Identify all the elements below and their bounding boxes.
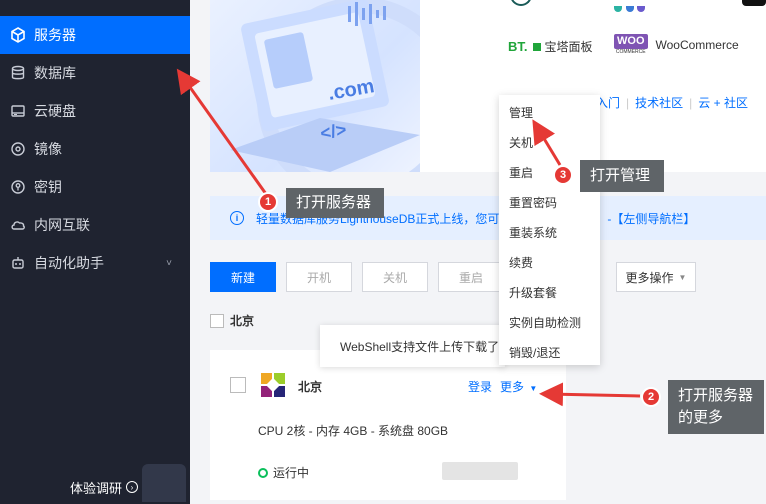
webshell-tooltip: WebShell支持文件上传下载了 xyxy=(320,325,505,367)
partner-woocommerce[interactable]: WOO COMMERCE WooCommerce xyxy=(614,34,739,55)
woo-logo-text: WOO xyxy=(614,34,648,49)
menu-item-renew[interactable]: 续费 xyxy=(509,254,533,271)
sidebar-item-automation[interactable]: 自动化助手 ˅ xyxy=(0,244,190,282)
partner-logo-dots xyxy=(614,0,648,12)
instance-status: 运行中 xyxy=(258,464,309,481)
instance-name[interactable]: 北京 xyxy=(298,378,322,395)
running-status-icon xyxy=(258,467,268,478)
disc-icon xyxy=(10,141,26,157)
sidebar-item-database[interactable]: 数据库 xyxy=(0,54,190,92)
sidebar-item-image[interactable]: 镜像 xyxy=(0,130,190,168)
menu-item-destroy[interactable]: 销毁/退还 xyxy=(509,344,560,361)
sidebar-item-label: 镜像 xyxy=(34,141,62,157)
disk-icon xyxy=(10,103,26,119)
arrow-right-circle-icon: › xyxy=(126,481,139,493)
baota-logo: BT. xyxy=(508,39,528,54)
menu-item-restart[interactable]: 重启 xyxy=(509,164,533,181)
menu-item-manage[interactable]: 管理 xyxy=(509,104,533,121)
more-ops-button[interactable]: 更多操作 ▼ xyxy=(616,262,696,292)
status-label: 运行中 xyxy=(273,466,310,480)
partner-logo-partial xyxy=(510,0,532,6)
link-separator: | xyxy=(689,96,693,110)
menu-item-reinstall[interactable]: 重装系统 xyxy=(509,224,557,241)
banner-illustration: .com </> xyxy=(210,0,420,172)
callout-text: 打开管理 xyxy=(590,167,651,184)
restart-button[interactable]: 重启 xyxy=(438,262,504,292)
callout-text-line2: 的更多 xyxy=(678,409,724,426)
woo-logo-sub: COMMERCE xyxy=(615,49,646,55)
key-icon xyxy=(10,179,26,195)
banner-links: 入门 | 技术社区 | 云 + 社区 xyxy=(596,94,748,111)
region-group: 北京 xyxy=(210,312,254,329)
survey-label: 体验调研 xyxy=(70,480,123,496)
cloud-link-icon xyxy=(10,217,26,233)
sidebar-item-label: 自动化助手 xyxy=(34,255,104,271)
callout-text-line1: 打开服务器 xyxy=(678,387,754,404)
callout-open-more: 打开服务器 的更多 xyxy=(668,380,764,434)
partner-baota[interactable]: BT. 宝塔面板 xyxy=(508,38,593,55)
callout-open-manage: 打开管理 xyxy=(580,160,664,192)
menu-item-shutdown[interactable]: 关机 xyxy=(509,134,533,151)
sidebar-item-label: 密钥 xyxy=(34,179,62,195)
link-separator: | xyxy=(626,96,630,110)
caret-down-icon: ▼ xyxy=(529,384,538,393)
more-label: 更多 xyxy=(500,380,525,394)
promo-banner: .com </> BT. 宝塔面板 WOO COMMERCE WooCommer… xyxy=(210,0,766,172)
partner-label: WooCommerce xyxy=(655,37,739,52)
callout-text: 打开服务器 xyxy=(296,194,372,211)
menu-item-upgrade[interactable]: 升级套餐 xyxy=(509,284,557,301)
sidebar-item-network[interactable]: 内网互联 xyxy=(0,206,190,244)
baota-logo-mark xyxy=(532,42,541,51)
instance-card: 北京 登录 更多 ▼ CPU 2核 - 内存 4GB - 系统盘 80GB 运行… xyxy=(210,350,566,500)
sidebar-item-disk[interactable]: 云硬盘 xyxy=(0,92,190,130)
partner-label: 宝塔面板 xyxy=(544,40,593,54)
callout-badge-1: 1 xyxy=(258,192,278,212)
menu-item-self-check[interactable]: 实例自助检测 xyxy=(509,314,581,331)
caret-down-icon: ▼ xyxy=(678,272,687,282)
instance-checkbox[interactable] xyxy=(230,377,246,393)
tooltip-text: WebShell支持文件上传下载了 xyxy=(340,339,500,354)
survey-link[interactable]: 体验调研 › xyxy=(0,464,190,504)
partner-logo-black xyxy=(742,0,766,6)
link-cloud-community[interactable]: 云 + 社区 xyxy=(698,96,748,110)
database-icon xyxy=(10,65,26,81)
sidebar-item-label: 云硬盘 xyxy=(34,103,76,119)
sidebar-item-key[interactable]: 密钥 xyxy=(0,168,190,206)
more-link[interactable]: 更多 ▼ xyxy=(500,378,537,395)
callout-badge-3: 3 xyxy=(553,165,573,185)
stop-button[interactable]: 关机 xyxy=(362,262,428,292)
sidebar-item-label: 内网互联 xyxy=(34,217,90,233)
sidebar: 服务器 数据库 云硬盘 镜像 密钥 内网互联 自动化助手 ˅ 体验调研 › xyxy=(0,0,190,504)
create-button[interactable]: 新建 xyxy=(210,262,276,292)
info-icon: i xyxy=(230,211,244,225)
more-ops-label: 更多操作 xyxy=(625,270,674,285)
sidebar-item-label: 数据库 xyxy=(34,65,76,81)
start-button[interactable]: 开机 xyxy=(286,262,352,292)
sidebar-item-servers[interactable]: 服务器 xyxy=(0,16,190,54)
instance-spec: CPU 2核 - 内存 4GB - 系统盘 80GB xyxy=(258,424,449,438)
more-dropdown-menu: 管理 关机 重启 重置密码 重装系统 续费 升级套餐 实例自助检测 销毁/退还 xyxy=(499,95,600,365)
region-checkbox[interactable] xyxy=(210,313,224,328)
link-tech-community[interactable]: 技术社区 xyxy=(635,96,683,110)
region-label: 北京 xyxy=(230,314,255,328)
menu-item-reset-password[interactable]: 重置密码 xyxy=(509,194,557,211)
callout-badge-2: 2 xyxy=(641,387,661,407)
callout-open-server: 打开服务器 xyxy=(286,188,384,218)
redacted-ip xyxy=(442,462,518,480)
robot-icon xyxy=(10,255,26,271)
chevron-down-icon[interactable]: ˅ xyxy=(166,258,172,269)
sidebar-item-label: 服务器 xyxy=(34,27,76,43)
centos-logo-icon xyxy=(260,372,286,398)
cube-icon xyxy=(10,27,26,43)
survey-illustration xyxy=(142,464,186,502)
woocommerce-logo: WOO COMMERCE xyxy=(614,34,648,55)
login-link[interactable]: 登录 xyxy=(468,378,492,395)
